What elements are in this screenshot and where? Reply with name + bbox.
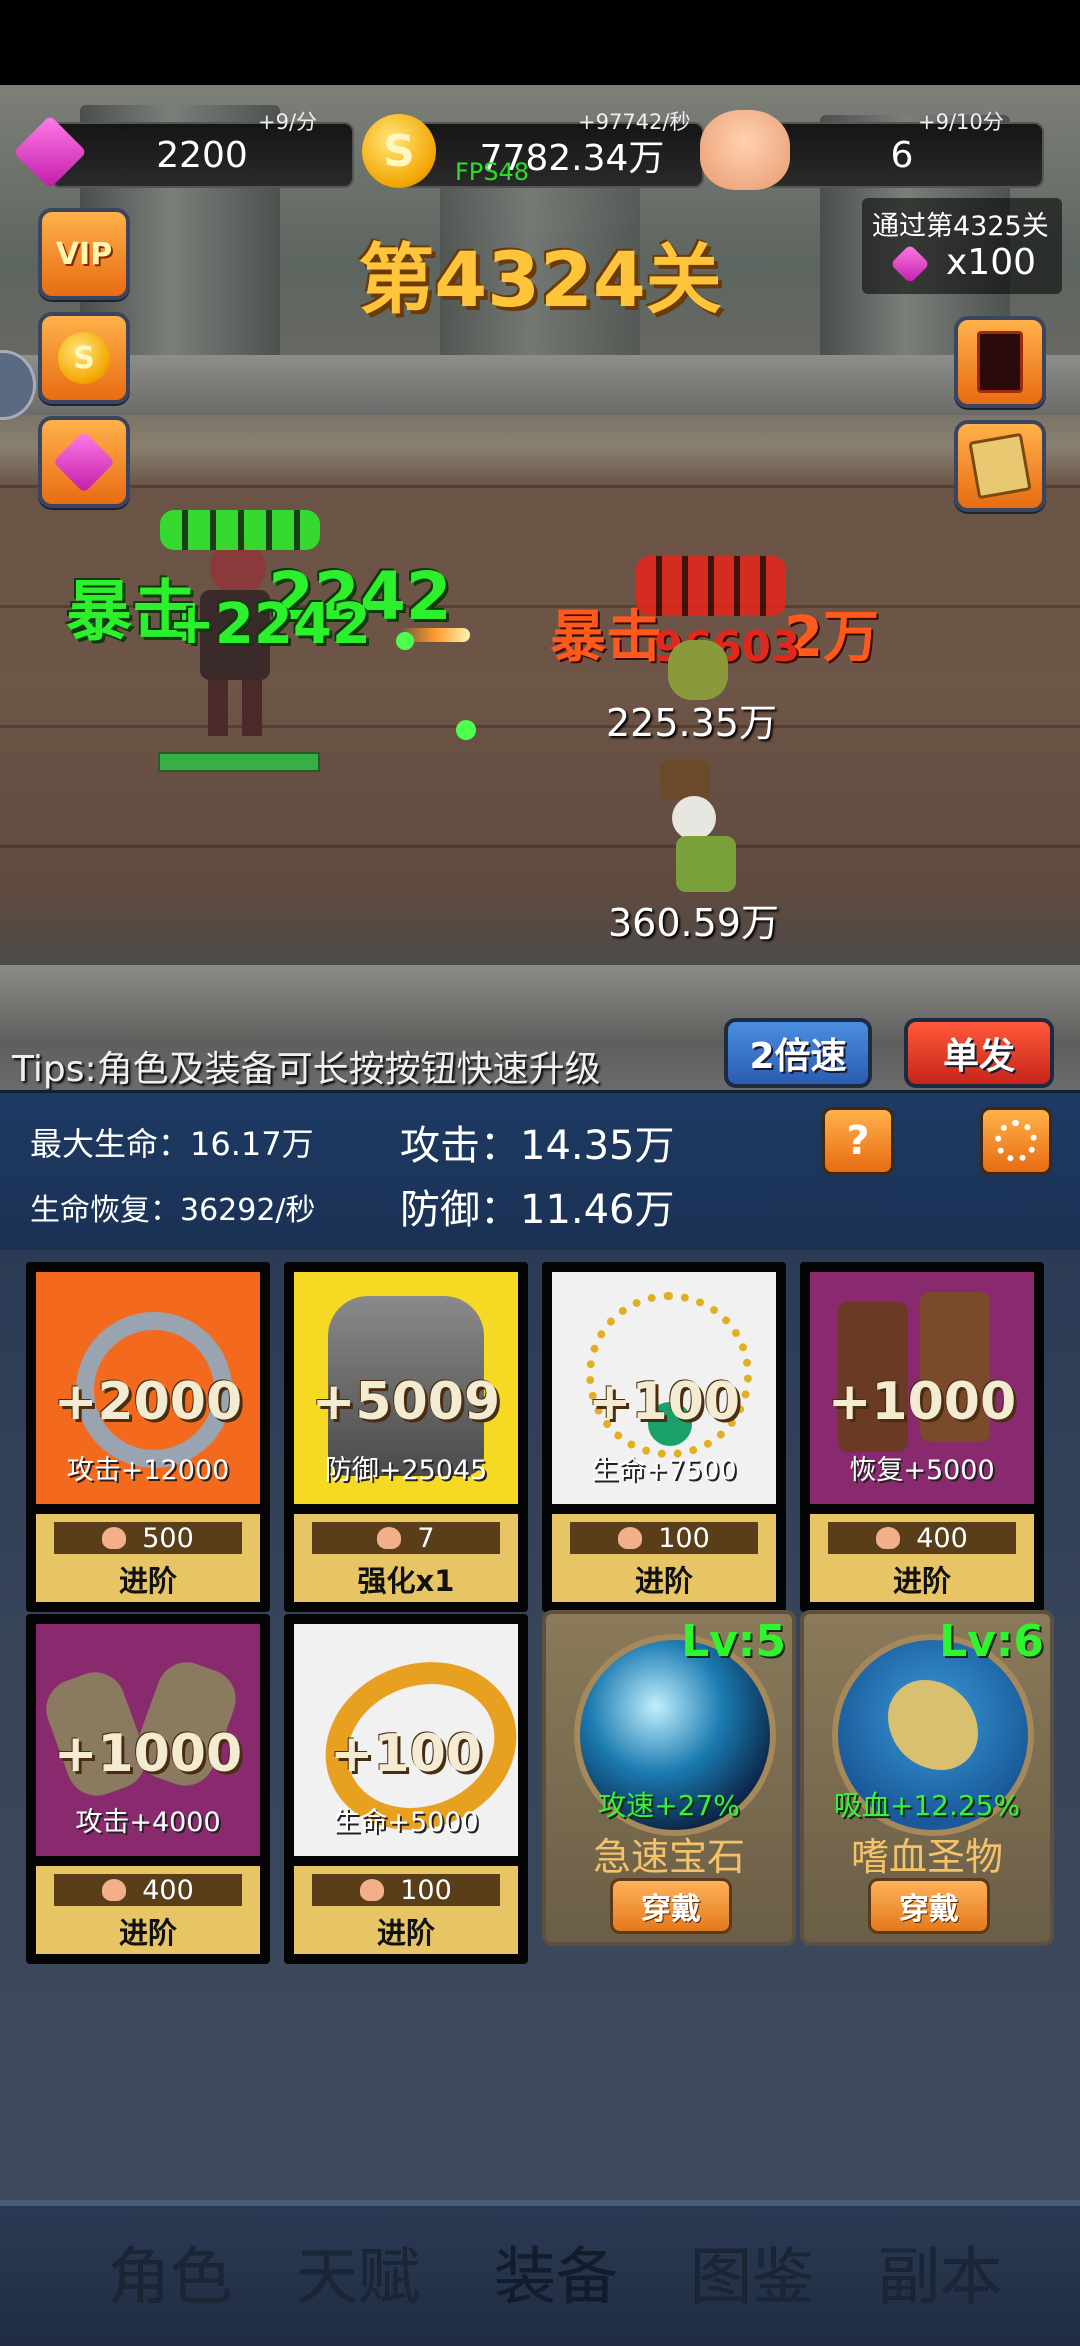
next-stage-label: 通过第4325关 [872, 211, 1049, 242]
vip-label: VIP [55, 236, 113, 272]
card-back-button[interactable] [954, 316, 1046, 408]
tips-text: Tips:角色及装备可长按按钮快速升级 [12, 1049, 601, 1090]
skull-icon [102, 1879, 127, 1901]
equipment-card-ring[interactable]: +100 生命+5000 100 进阶 [284, 1614, 541, 1964]
nav-character[interactable]: 角色 [70, 2226, 270, 2316]
gold-coin-icon: S [58, 332, 110, 384]
relic-card-skull[interactable]: Lv:6 吸血+12.25% 嗜血圣物 穿戴 [800, 1610, 1054, 1946]
bullet [456, 720, 476, 740]
skull-rate: +9/10分 [918, 110, 1004, 134]
defense-stat: 防御：11.46万 [400, 1187, 675, 1233]
skull-icon [700, 110, 790, 190]
upgrade-button[interactable]: 进阶 [552, 1558, 776, 1600]
skull-icon [876, 1527, 901, 1549]
relic-name: 嗜血圣物 [850, 1835, 1003, 1879]
equipment-bonus: 防御+25045 [324, 1455, 488, 1486]
equipment-card-necklace[interactable]: +100 生命+7500 100 进阶 [542, 1262, 786, 1612]
card-icon [977, 331, 1023, 393]
skull-value: 6 [890, 134, 914, 176]
skull-icon [102, 1527, 127, 1549]
regen-stat: 生命恢复：36292/秒 [30, 1193, 316, 1228]
gem-icon [890, 244, 930, 284]
relic-level: Lv:6 [939, 1616, 1044, 1667]
equipment-level: +5009 [311, 1372, 501, 1432]
nav-talent[interactable]: 天赋 [258, 2226, 458, 2316]
upgrade-button[interactable]: 进阶 [36, 1910, 260, 1952]
equipment-bonus: 攻击+4000 [75, 1807, 221, 1838]
equip-button[interactable]: 穿戴 [868, 1878, 990, 1934]
nav-dungeon[interactable]: 副本 [840, 2226, 1040, 2316]
skull-icon [377, 1527, 402, 1549]
cards-button[interactable] [954, 420, 1046, 512]
relic-card-gem[interactable]: Lv:5 攻速+27% 急速宝石 穿戴 [542, 1610, 796, 1946]
enemy1-hp: 225.35万 [606, 701, 777, 745]
cards-icon [968, 432, 1032, 500]
equipment-level: +100 [329, 1724, 483, 1784]
equipment-cost: 100 [658, 1522, 710, 1554]
settings-button[interactable] [980, 1107, 1052, 1175]
gold-shop-button[interactable]: S [38, 312, 130, 404]
upgrade-button[interactable]: 进阶 [36, 1558, 260, 1600]
fps-counter: FPS48 [455, 158, 530, 186]
next-stage-reward: 通过第4325关 x100 [862, 198, 1062, 294]
gem-shop-button[interactable] [38, 416, 130, 508]
skull-icon [360, 1879, 385, 1901]
gem-rate: +9/分 [258, 110, 318, 134]
nav-equipment[interactable]: 装备 [456, 2226, 656, 2316]
damage-stack [160, 510, 320, 560]
hero-damage-popup: +2242 [168, 592, 371, 657]
skull-icon [618, 1527, 643, 1549]
upgrade-button[interactable]: 进阶 [294, 1910, 518, 1952]
equipment-cost: 100 [400, 1874, 452, 1906]
gold-rate: +97742/秒 [578, 110, 691, 134]
equipment-cost: 7 [417, 1522, 435, 1554]
equipment-level: +100 [587, 1372, 741, 1432]
enemy-crit-label: 暴击 [550, 605, 662, 670]
relic-buff: 攻速+27% [598, 1789, 740, 1822]
equipment-cost: 400 [142, 1874, 194, 1906]
help-button[interactable]: ? [822, 1107, 894, 1175]
equipment-cost: 400 [916, 1522, 968, 1554]
equipment-level: +2000 [53, 1372, 243, 1432]
fire-mode-button[interactable]: 单发 [904, 1018, 1054, 1088]
castle-wall [0, 355, 1080, 415]
relic-name: 急速宝石 [592, 1835, 745, 1879]
equipment-card-armor[interactable]: +5009 防御+25045 7 强化x1 [284, 1262, 528, 1612]
equipment-card-boots[interactable]: +1000 恢复+5000 400 进阶 [800, 1262, 1044, 1612]
hero-hp-bar [158, 752, 320, 772]
upgrade-button[interactable]: 进阶 [810, 1558, 1034, 1600]
status-bar [0, 0, 1080, 85]
equipment-card-gloves[interactable]: +1000 攻击+4000 400 进阶 [26, 1614, 270, 1964]
equipment-level: +1000 [53, 1724, 243, 1784]
gold-coin-icon: S [362, 114, 436, 188]
equipment-bonus: 生命+7500 [591, 1455, 737, 1486]
relic-level: Lv:5 [681, 1616, 786, 1667]
equipment-cost: 500 [142, 1522, 194, 1554]
equipment-card-weapon[interactable]: +2000 攻击+12000 500 进阶 [26, 1262, 270, 1612]
reward-amount: x100 [946, 242, 1037, 283]
equipment-level: +1000 [827, 1372, 1017, 1432]
vip-button[interactable]: VIP [38, 208, 130, 300]
equipment-bonus: 攻击+12000 [66, 1455, 230, 1486]
nav-codex[interactable]: 图鉴 [652, 2226, 852, 2316]
enemy-goblin [648, 620, 738, 700]
gem-value: 2200 [156, 134, 248, 176]
attack-stat: 攻击：14.35万 [400, 1123, 675, 1169]
speed-button[interactable]: 2倍速 [724, 1018, 872, 1088]
enemy2-hp: 360.59万 [608, 901, 779, 945]
equipment-bonus: 恢复+5000 [849, 1455, 995, 1486]
upgrade-button[interactable]: 强化x1 [294, 1558, 518, 1600]
bottom-nav: 角色 天赋 装备 图鉴 副本 [0, 2200, 1080, 2346]
relic-buff: 吸血+12.25% [833, 1789, 1021, 1822]
gem-icon [10, 112, 90, 192]
equip-button[interactable]: 穿戴 [610, 1878, 732, 1934]
stats-panel: 最大生命：16.17万 生命恢复：36292/秒 攻击：14.35万 防御：11… [0, 1090, 1080, 1253]
equipment-bonus: 生命+5000 [333, 1807, 479, 1838]
max-hp-stat: 最大生命：16.17万 [30, 1125, 314, 1163]
enemy-goblin [640, 760, 760, 892]
gear-icon [995, 1120, 1037, 1162]
gem-icon [52, 430, 116, 494]
bullet [396, 632, 414, 650]
stage-title: 第4324关 [358, 235, 722, 324]
